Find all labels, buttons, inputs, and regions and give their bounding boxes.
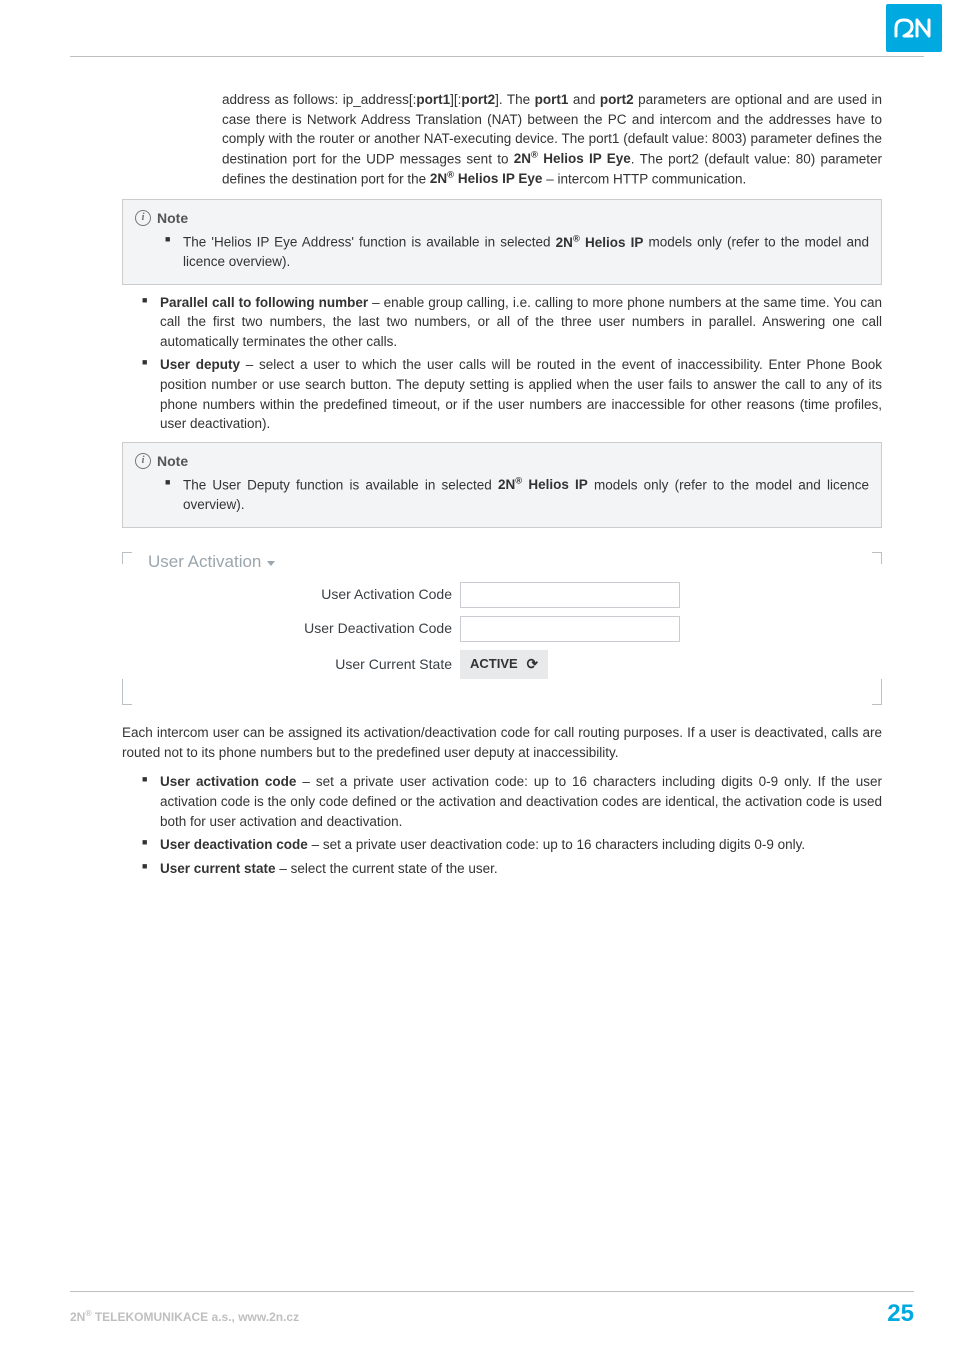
bullet-current-state: User current state – select the current … [160,859,882,879]
page-content: address as follows: ip_address[:port1][:… [122,90,882,882]
2n-logo-icon [894,14,934,42]
bullet-activation-code: User activation code – set a private use… [160,772,882,831]
note-heading: i Note [135,451,869,471]
current-state-toggle[interactable]: ACTIVE ⟳ [460,650,548,680]
user-activation-fieldset: User Activation User Activation Code Use… [122,552,882,706]
bullet-deactivation-code: User deactivation code – set a private u… [160,835,882,855]
footer-company: 2N® TELEKOMUNIKACE a.s., www.2n.cz [70,1308,299,1324]
note2-item: The User Deputy function is available in… [183,475,869,515]
note-box-1: i Note The 'Helios IP Eye Address' funct… [122,199,882,285]
header [0,0,954,54]
note-label: Note [157,451,188,471]
toggle-icon: ⟳ [526,654,537,676]
brand-logo [886,4,942,52]
intro-paragraph: address as follows: ip_address[:port1][:… [222,90,882,189]
activation-code-label: User Activation Code [140,584,460,604]
header-divider [70,56,924,57]
note-box-2: i Note The User Deputy function is avail… [122,442,882,528]
current-state-label: User Current State [140,654,460,674]
deactivation-code-input[interactable] [460,616,680,642]
page-footer: 2N® TELEKOMUNIKACE a.s., www.2n.cz 25 [70,1291,914,1328]
note1-item: The 'Helios IP Eye Address' function is … [183,232,869,272]
chevron-down-icon [267,561,275,566]
bullet-user-deputy: User deputy – select a user to which the… [160,355,882,433]
deactivation-code-label: User Deactivation Code [140,618,460,638]
bullet-parallel-call: Parallel call to following number – enab… [160,293,882,352]
info-icon: i [135,453,151,469]
state-value: ACTIVE [470,655,518,674]
fieldset-legend-label: User Activation [148,550,261,575]
note-heading: i Note [135,208,869,228]
description-paragraph: Each intercom user can be assigned its a… [122,723,882,762]
info-icon: i [135,210,151,226]
fieldset-legend[interactable]: User Activation [142,550,281,575]
note-label: Note [157,208,188,228]
page-number: 25 [887,1300,914,1328]
activation-code-input[interactable] [460,582,680,608]
